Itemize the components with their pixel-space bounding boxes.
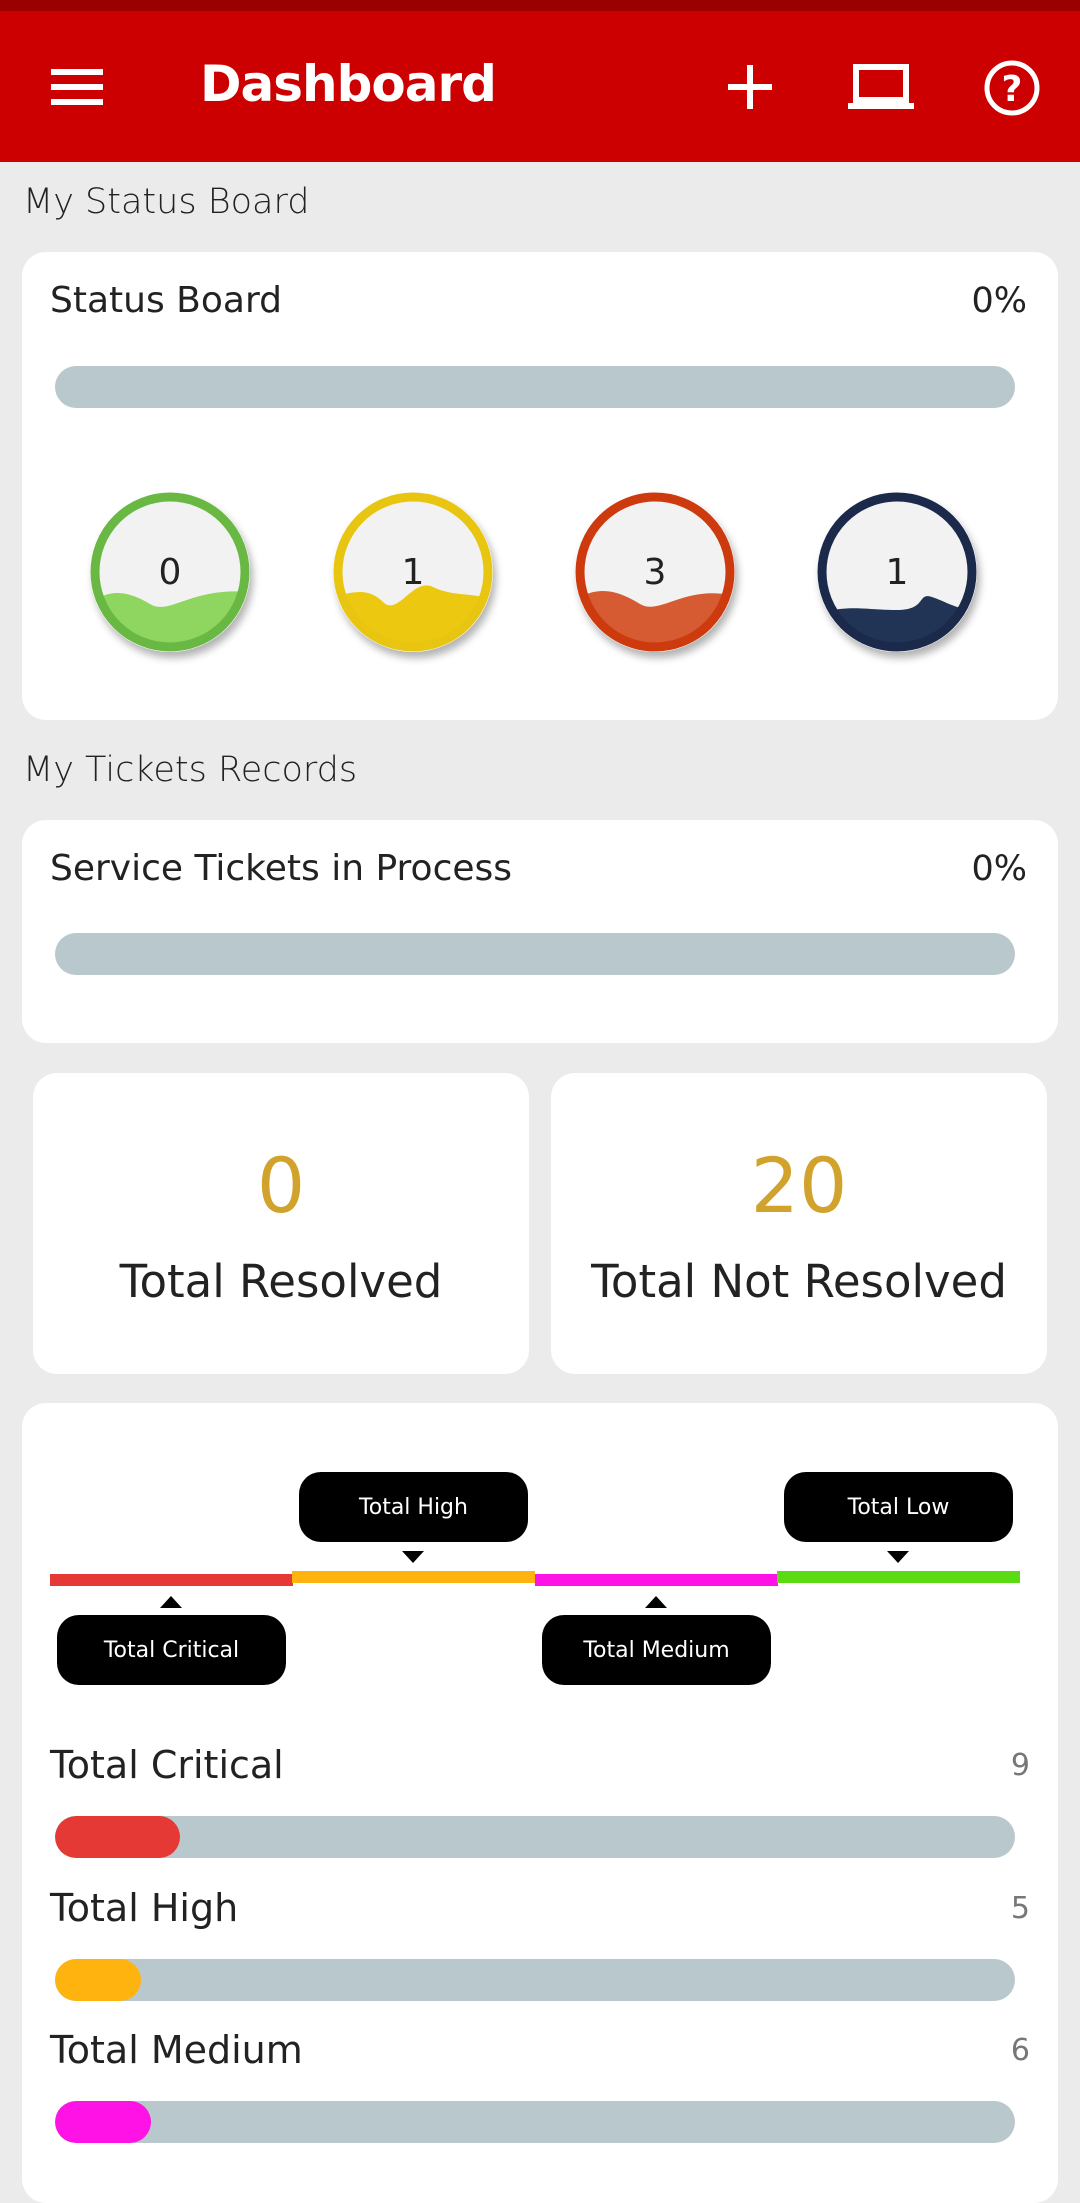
- percent-label: 0%: [971, 849, 1027, 889]
- priority-progress-bar: [55, 1816, 1015, 1858]
- priority-label: Total Medium: [50, 2028, 303, 2072]
- status-count: 0: [158, 551, 182, 593]
- status-progress-bar: [55, 366, 1015, 408]
- resolved-count: 0: [256, 1141, 306, 1230]
- tickets-progress-bar: [55, 933, 1015, 975]
- priority-count: 9: [1010, 1748, 1030, 1783]
- plus-icon[interactable]: [725, 62, 775, 112]
- resolved-label: Total Resolved: [119, 1255, 443, 1308]
- status-count: 1: [401, 551, 425, 593]
- not-resolved-count: 20: [750, 1141, 848, 1230]
- priority-progress-fill: [55, 1816, 180, 1858]
- priority-progress-fill: [55, 1959, 142, 2001]
- menu-icon[interactable]: [50, 60, 104, 114]
- status-count: 3: [643, 551, 667, 593]
- timeline-segment: [535, 1574, 778, 1586]
- timeline-segment: [777, 1571, 1020, 1583]
- arrow-down-icon: [887, 1551, 909, 1563]
- arrow-down-icon: [402, 1551, 424, 1563]
- priority-count: 5: [1010, 1891, 1030, 1926]
- status-circle[interactable]: 1: [333, 492, 493, 652]
- priority-label: Total High: [50, 1886, 239, 1930]
- timeline-segment: [292, 1571, 535, 1583]
- timeline-tooltip: Total Critical: [57, 1615, 286, 1685]
- page-title: Dashboard: [200, 55, 497, 113]
- timeline-tooltip: Total Low: [784, 1472, 1013, 1542]
- section-heading: My Tickets Records: [23, 750, 358, 790]
- not-resolved-label: Total Not Resolved: [591, 1255, 1007, 1308]
- app-header: [0, 11, 1080, 162]
- priority-progress-bar: [55, 2101, 1015, 2143]
- priority-label: Total Critical: [50, 1743, 284, 1787]
- arrow-up-icon: [645, 1596, 667, 1608]
- section-heading: My Status Board: [23, 182, 310, 222]
- svg-text:?: ?: [1002, 69, 1023, 110]
- status-count: 1: [885, 551, 909, 593]
- timeline-tooltip: Total Medium: [542, 1615, 771, 1685]
- arrow-up-icon: [160, 1596, 182, 1608]
- status-bar: [0, 0, 1080, 11]
- total-resolved-card[interactable]: 0 Total Resolved: [33, 1073, 529, 1374]
- card-title: Service Tickets in Process: [50, 848, 513, 889]
- status-circle[interactable]: 0: [90, 492, 250, 652]
- percent-label: 0%: [971, 281, 1027, 321]
- priority-progress-fill: [55, 2101, 151, 2143]
- total-not-resolved-card[interactable]: 20 Total Not Resolved: [551, 1073, 1047, 1374]
- timeline-segment: [50, 1574, 293, 1586]
- priority-progress-bar: [55, 1959, 1015, 2001]
- laptop-icon[interactable]: [848, 62, 914, 112]
- status-circle[interactable]: 1: [817, 492, 977, 652]
- card-title: Status Board: [50, 280, 282, 321]
- priority-count: 6: [1010, 2033, 1030, 2068]
- help-icon[interactable]: ?: [982, 58, 1042, 118]
- timeline-tooltip: Total High: [299, 1472, 528, 1542]
- status-circle[interactable]: 3: [575, 492, 735, 652]
